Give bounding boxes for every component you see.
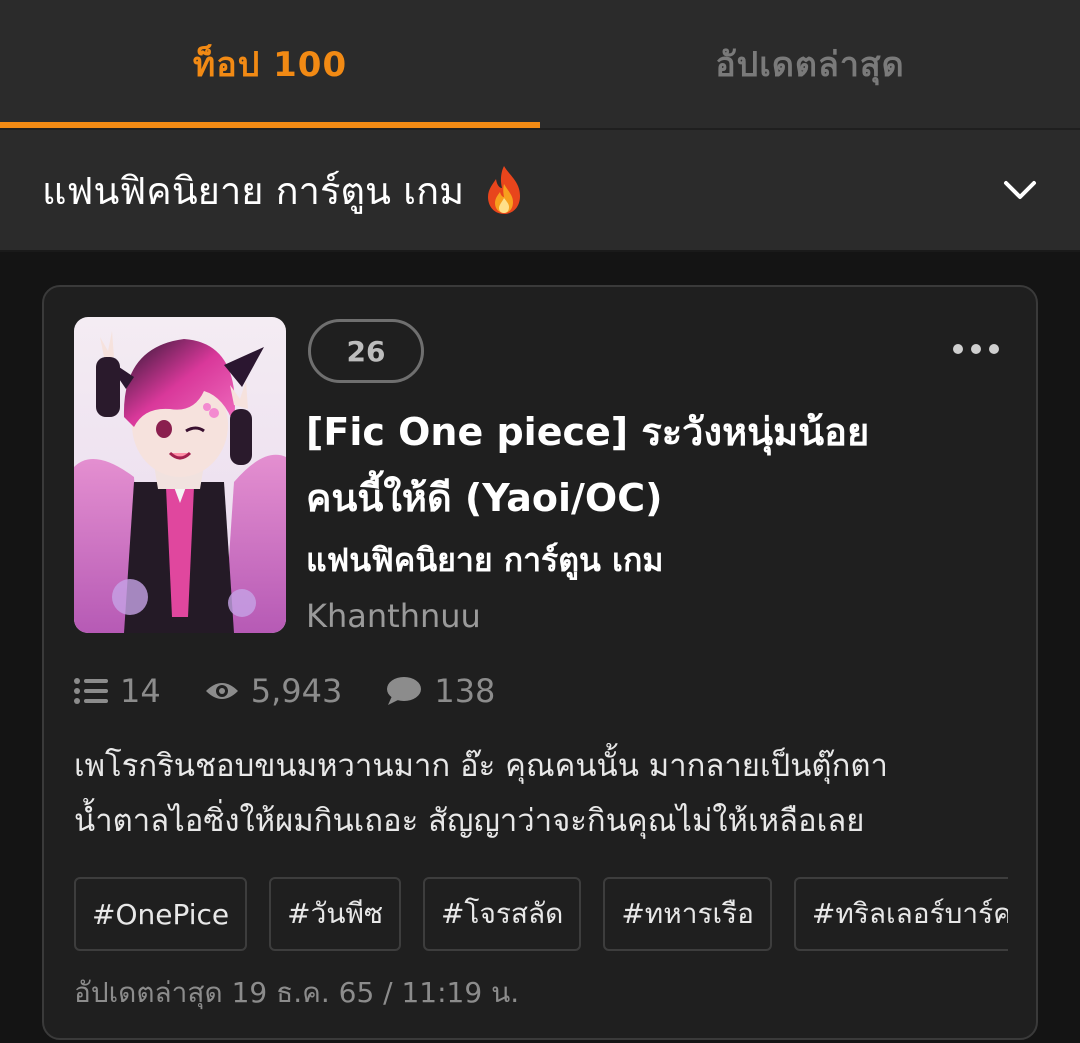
tag-chip[interactable]: #OnePice (74, 877, 248, 951)
comments-count: 138 (434, 672, 496, 710)
chapters-count: 14 (120, 672, 161, 710)
cover-illustration (74, 317, 286, 633)
story-title[interactable]: [Fic One piece] ระวังหนุ่มน้อย คนนี้ให้ด… (306, 399, 946, 531)
rank-badge: 26 (308, 319, 424, 383)
list-icon (74, 678, 108, 704)
tag-chip[interactable]: #โจรสลัด (422, 877, 582, 951)
tab-latest-update[interactable]: อัปเดตล่าสุด (540, 0, 1080, 128)
story-title-line: [Fic One piece] ระวังหนุ่มน้อย (306, 410, 870, 454)
comments-stat: 138 (386, 672, 495, 710)
chevron-down-icon[interactable] (1000, 170, 1040, 210)
fire-icon (488, 166, 521, 214)
chapters-stat: 14 (74, 672, 161, 710)
story-card[interactable]: 26 [Fic One piece] ระวังหนุ่มน้อย คนนี้ใ… (42, 285, 1038, 1040)
comment-bubble-icon (387, 677, 422, 705)
story-title-line: คนนี้ให้ดี (Yaoi/OC) (306, 476, 663, 520)
story-category[interactable]: แฟนฟิคนิยาย การ์ตูน เกม (306, 535, 663, 586)
tab-top-100[interactable]: ท็อป 100 (0, 0, 540, 128)
views-stat: 5,943 (205, 672, 343, 710)
tag-chip[interactable]: #ทหารเรือ (603, 877, 772, 951)
eye-icon (205, 683, 238, 699)
story-cover-image[interactable] (74, 317, 286, 633)
category-label: แฟนฟิคนิยาย การ์ตูน เกม (42, 168, 465, 213)
tag-list: #OnePice #วันพีซ #โจรสลัด #ทหารเรือ #ทริ… (74, 877, 1008, 951)
tab-bar: ท็อป 100 อัปเดตล่าสุด (0, 0, 1080, 128)
tab-label: ท็อป 100 (192, 45, 348, 85)
tag-chip[interactable]: #ทริลเลอร์บาร์ค (793, 877, 1008, 951)
category-title: แฟนฟิคนิยาย การ์ตูน เกม (42, 160, 528, 221)
category-selector[interactable]: แฟนฟิคนิยาย การ์ตูน เกม (0, 130, 1080, 252)
synopsis-line: เพโรกรินชอบขนมหวานมาก อ๊ะ คุณคนนั้น มากล… (74, 748, 888, 784)
tag-chip[interactable]: #วันพีซ (269, 877, 401, 951)
rank-number: 26 (346, 334, 386, 368)
views-count: 5,943 (250, 672, 343, 710)
story-stats: 14 5,943 138 (74, 672, 539, 710)
last-updated: อัปเดตล่าสุด 19 ธ.ค. 65 / 11:19 น. (74, 976, 520, 1009)
story-synopsis: เพโรกรินชอบขนมหวานมาก อ๊ะ คุณคนนั้น มากล… (74, 739, 1014, 849)
synopsis-line: น้ำตาลไอซิ่งให้ผมกินเถอะ สัญญาว่าจะกินคุ… (74, 803, 865, 839)
more-options-icon[interactable] (952, 339, 1000, 359)
tab-label: อัปเดตล่าสุด (715, 45, 905, 85)
story-author[interactable]: Khanthnuu (306, 597, 481, 635)
tags-scroller[interactable]: #OnePice #วันพีซ #โจรสลัด #ทหารเรือ #ทริ… (74, 877, 1008, 953)
